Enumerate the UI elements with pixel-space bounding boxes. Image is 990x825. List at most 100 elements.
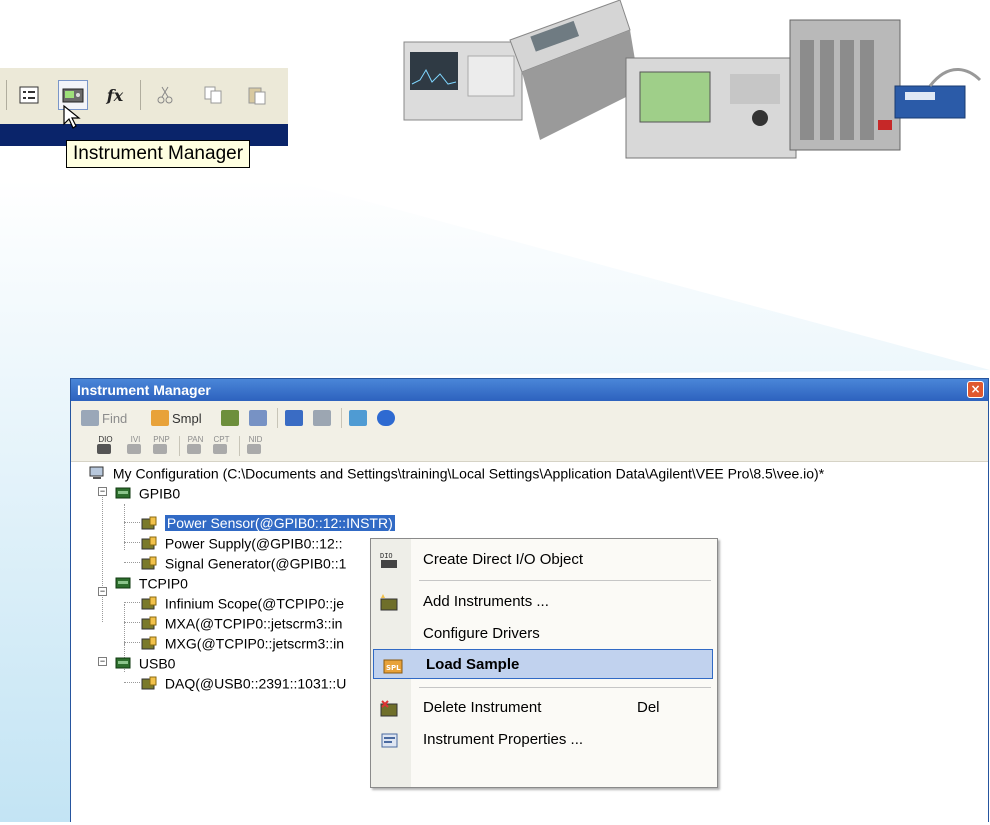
tree-item-mxa[interactable]: MXA(@TCPIP0::jetscrm3::in: [141, 612, 342, 632]
dio-object-button[interactable]: DIO: [97, 435, 114, 457]
mouse-cursor-icon: [63, 104, 81, 129]
pan-label: PAN: [187, 435, 204, 444]
tree-item-infinium-scope[interactable]: Infinium Scope(@TCPIP0::je: [141, 592, 344, 612]
tree-connector: [124, 682, 140, 683]
group-label: TCPIP0: [138, 575, 188, 592]
cpt-object-button[interactable]: CPT: [213, 435, 230, 457]
add-instrument-button[interactable]: [221, 407, 242, 429]
help-button[interactable]: [377, 407, 398, 429]
toolbar-separator: [6, 80, 7, 110]
ivi-object-button[interactable]: IVI: [127, 435, 144, 457]
expand-toggle-usb0[interactable]: −: [98, 657, 107, 666]
save-icon: [285, 410, 303, 426]
properties-icon: [381, 733, 398, 748]
instrument-manager-tooltip: Instrument Manager: [66, 140, 251, 168]
menu-item-label: Create Direct I/O Object: [423, 551, 584, 568]
instrument-icon: [141, 536, 157, 550]
add-instrument-icon: [380, 594, 398, 611]
tree-connector: [124, 504, 125, 550]
smpl-button[interactable]: Smpl: [151, 407, 202, 429]
expand-toggle-gpib0[interactable]: −: [98, 487, 107, 496]
delete-instrument-icon: [380, 700, 398, 717]
pxi-chassis-image: [789, 19, 901, 151]
instrument-icon: [141, 616, 157, 630]
interface-card-icon: [115, 577, 131, 589]
paste-icon: [248, 87, 266, 105]
tree-item-mxg[interactable]: MXG(@TCPIP0::jetscrm3::in: [141, 632, 344, 652]
menu-item-delete-instrument[interactable]: Delete Instrument Del: [371, 693, 715, 723]
tree-connector: [124, 642, 140, 643]
refresh-icon: [349, 410, 367, 426]
tree-connector: [102, 494, 103, 622]
item-label: Power Supply(@GPIB0::12::: [164, 535, 343, 552]
refresh-button[interactable]: [349, 407, 370, 429]
smpl-label: Smpl: [172, 410, 202, 426]
title-bar: Instrument Manager ×: [71, 379, 988, 401]
instrument-icon: [141, 556, 157, 570]
properties-list-button[interactable]: [14, 80, 44, 110]
print-button[interactable]: [313, 407, 334, 429]
tree-group-gpib0[interactable]: GPIB0: [115, 482, 180, 502]
toolbar-separator: [140, 80, 141, 110]
tree-item-power-supply[interactable]: Power Supply(@GPIB0::12::: [141, 532, 343, 552]
toolbar-separator: [341, 408, 342, 428]
ivi-icon: [127, 444, 141, 454]
toolbar-row: fx: [0, 68, 288, 125]
menu-separator: [419, 687, 711, 688]
nid-object-button[interactable]: NID: [247, 435, 264, 457]
nid-label: NID: [248, 435, 263, 444]
item-label: MXG(@TCPIP0::jetscrm3::in: [164, 635, 345, 652]
tree-item-power-sensor[interactable]: Power Sensor(@GPIB0::12::INSTR): [141, 512, 395, 532]
close-button[interactable]: ×: [967, 381, 984, 398]
menu-item-add-instruments[interactable]: Add Instruments ...: [371, 587, 715, 617]
list-icon: [19, 86, 39, 104]
properties-icon: [249, 410, 267, 426]
cpt-label: CPT: [213, 435, 230, 444]
window-toolbar: Find Smpl DIO IVI PNP PAN CPT NID: [71, 401, 988, 462]
find-button[interactable]: Find: [81, 407, 127, 429]
menu-item-label: Configure Drivers: [423, 625, 540, 642]
configuration-label: My Configuration (C:\Documents and Setti…: [112, 465, 825, 482]
tree-item-daq[interactable]: DAQ(@USB0::2391::1031::U: [141, 672, 346, 692]
pnp-object-button[interactable]: PNP: [153, 435, 170, 457]
dio-label: DIO: [98, 435, 113, 444]
copy-icon: [204, 86, 222, 104]
paste-button[interactable]: [242, 80, 272, 110]
cut-button[interactable]: [150, 80, 180, 110]
find-instrument-icon: [81, 410, 99, 426]
expand-toggle-tcpip0[interactable]: −: [98, 587, 107, 596]
menu-item-load-sample[interactable]: SPL Load Sample: [373, 649, 713, 679]
menu-item-create-direct-io[interactable]: DIO Create Direct I/O Object: [371, 545, 715, 575]
pan-icon: [187, 444, 201, 454]
copy-button[interactable]: [198, 80, 228, 110]
add-instrument-icon: [221, 410, 239, 426]
interface-card-icon: [115, 657, 131, 669]
function-button[interactable]: fx: [100, 80, 130, 110]
tree-item-signal-generator[interactable]: Signal Generator(@GPIB0::1: [141, 552, 346, 572]
tree-group-usb0[interactable]: USB0: [115, 652, 175, 672]
menu-item-shortcut: Del: [637, 699, 660, 716]
toolbar-separator: [179, 436, 180, 456]
item-label: Signal Generator(@GPIB0::1: [164, 555, 347, 572]
print-icon: [313, 410, 331, 426]
tree-group-tcpip0[interactable]: TCPIP0: [115, 572, 188, 592]
item-label: Infinium Scope(@TCPIP0::je: [164, 595, 345, 612]
save-button[interactable]: [285, 407, 306, 429]
menu-item-label: Add Instruments ...: [423, 593, 549, 610]
pan-object-button[interactable]: PAN: [187, 435, 204, 457]
menu-item-configure-drivers[interactable]: Configure Drivers: [371, 619, 715, 649]
item-label: DAQ(@USB0::2391::1031::U: [164, 675, 347, 692]
menu-item-instrument-properties[interactable]: Instrument Properties ...: [371, 725, 715, 755]
nid-icon: [247, 444, 261, 454]
usb-daq-image: [894, 68, 982, 119]
tree-root-configuration[interactable]: My Configuration (C:\Documents and Setti…: [89, 462, 824, 482]
tree-connector: [124, 602, 140, 603]
find-label: Find: [102, 410, 128, 426]
instrument-icon: [141, 636, 157, 650]
tree-connector: [124, 522, 140, 523]
function-icon: fx: [106, 85, 124, 105]
tree-connector: [124, 622, 140, 623]
scissors-icon: [157, 86, 173, 104]
properties-button[interactable]: [249, 407, 270, 429]
help-icon: [377, 410, 395, 426]
